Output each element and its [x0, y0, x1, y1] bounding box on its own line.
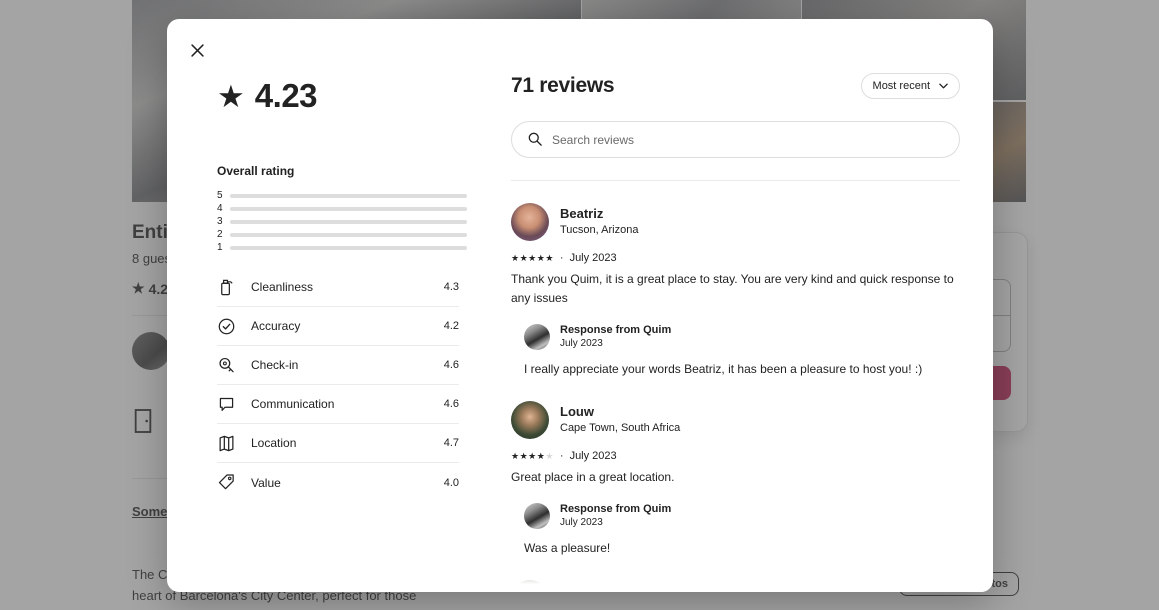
speech-bubble-icon — [217, 393, 237, 415]
spray-bottle-icon — [217, 276, 237, 298]
avatar[interactable] — [511, 580, 549, 592]
key-icon — [217, 354, 237, 376]
category-name: Value — [251, 475, 281, 490]
host-response: Response from Quim July 2023 Was a pleasur… — [511, 502, 960, 558]
review-item: Louw Cape Town, South Africa ★★★★★ · July 20… — [511, 379, 960, 558]
rating-summary-column: ★ 4.23 Overall rating 5 4 3 2 1 Cleanliness 4… — [167, 71, 467, 592]
rating-bar-row: 5 — [217, 189, 467, 202]
category-rating-row: Value 4.0 — [217, 463, 459, 502]
category-value: 4.7 — [443, 437, 459, 449]
category-name: Location — [251, 436, 297, 450]
category-rating-row: Location 4.7 — [217, 424, 459, 463]
category-ratings-list: Cleanliness 4.3 Accuracy 4.2 Check-in 4.6 Comm… — [217, 268, 459, 502]
host-response-date: July 2023 — [560, 338, 603, 349]
rating-bar-track — [230, 206, 467, 211]
rating-bar-level: 4 — [217, 203, 223, 214]
category-value: 4.2 — [443, 320, 459, 332]
close-x-icon — [190, 43, 204, 57]
review-text: Great place in a great location. — [511, 470, 675, 484]
host-response-header: Response from Quim July 2023 — [524, 502, 960, 530]
host-response-name: Response from Quim — [560, 324, 672, 336]
avatar[interactable] — [511, 401, 549, 439]
reviews-header: 71 reviews Most recent — [511, 73, 960, 99]
review-date: July 2023 — [569, 450, 617, 462]
search-reviews-input[interactable] — [511, 121, 960, 158]
check-circle-icon — [217, 315, 237, 337]
map-icon — [217, 432, 237, 454]
overall-rating-score: 4.23 — [254, 77, 318, 114]
avatar[interactable] — [524, 503, 550, 529]
rating-distribution-bars: 5 4 3 2 1 — [217, 189, 467, 254]
search-reviews-wrapper — [511, 121, 960, 158]
review-separator: · — [559, 450, 564, 462]
category-value: 4.6 — [443, 398, 459, 410]
category-rating-row: Communication 4.6 — [217, 385, 459, 424]
sort-reviews-dropdown[interactable]: Most recent — [860, 73, 960, 99]
reviews-modal: ★ 4.23 Overall rating 5 4 3 2 1 Cleanliness 4… — [167, 19, 993, 592]
host-response-text: I really appreciate your words Beatriz, … — [524, 362, 923, 376]
review-author-row: Ian2 years on Airbnb — [511, 580, 960, 592]
host-response-name: Response from Quim — [560, 503, 672, 515]
reviews-column: 71 reviews Most recent Beatriz Tucson, Ar… — [467, 71, 993, 592]
chevron-down-icon — [939, 83, 948, 89]
reviews-count: 71 reviews — [511, 74, 615, 97]
category-name: Communication — [251, 397, 335, 411]
rating-bar-track — [230, 219, 467, 224]
rating-bar-level: 5 — [217, 190, 223, 201]
rating-bar-level: 3 — [217, 216, 223, 227]
review-separator: · — [559, 252, 564, 264]
review-author-name: Beatriz — [560, 206, 604, 221]
avatar[interactable] — [511, 203, 549, 241]
review-author-location: Cape Town, South Africa — [560, 422, 681, 434]
category-rating-row: Check-in 4.6 — [217, 346, 459, 385]
review-text: Thank you Quim, it is a great place to s… — [511, 272, 954, 305]
overall-rating-label: Overall rating — [217, 164, 295, 178]
host-response: Response from Quim July 2023 I really appr… — [511, 323, 960, 379]
host-response-date: July 2023 — [560, 517, 603, 528]
host-response-text: Was a pleasure! — [524, 541, 611, 555]
review-author-location: Tucson, Arizona — [560, 224, 639, 236]
tag-icon — [217, 472, 237, 494]
rating-bar-track — [230, 245, 467, 250]
category-name: Accuracy — [251, 319, 301, 333]
category-name: Cleanliness — [251, 280, 314, 294]
rating-bar-row: 1 — [217, 241, 467, 254]
review-stars: ★★★★★ — [511, 450, 554, 461]
review-stars: ★★★★★ — [511, 252, 554, 263]
category-value: 4.3 — [443, 281, 459, 293]
rating-bar-level: 1 — [217, 242, 223, 253]
overall-rating-display: ★ 4.23 — [217, 77, 467, 115]
search-icon — [528, 132, 542, 146]
rating-bar-row: 3 — [217, 215, 467, 228]
category-value: 4.0 — [443, 476, 459, 489]
category-value: 4.6 — [443, 359, 459, 371]
review-author-row: Beatriz Tucson, Arizona — [511, 203, 960, 241]
review-date: July 2023 — [569, 252, 617, 264]
star-icon: ★ — [217, 78, 245, 114]
rating-bar-row: 2 — [217, 228, 467, 241]
review-meta: ★★★★★ · July 2023 — [511, 450, 960, 462]
category-rating-row: Accuracy 4.2 — [217, 307, 459, 346]
category-name: Check-in — [251, 358, 299, 372]
review-item: Ian2 years on Airbnb — [511, 558, 960, 592]
reviews-list: Beatriz Tucson, Arizona ★★★★★ · July 2023 Tha… — [511, 181, 960, 592]
rating-bar-track — [230, 232, 467, 237]
sort-reviews-label: Most recent — [872, 80, 930, 92]
category-rating-row: Cleanliness 4.3 — [217, 268, 459, 307]
rating-bar-track — [230, 193, 467, 198]
review-item: Beatriz Tucson, Arizona ★★★★★ · July 2023 Tha… — [511, 181, 960, 379]
review-meta: ★★★★★ · July 2023 — [511, 252, 960, 264]
review-author-row: Louw Cape Town, South Africa — [511, 401, 960, 439]
rating-bar-level: 2 — [217, 229, 223, 240]
avatar[interactable] — [524, 324, 550, 350]
review-author-name: Ian — [560, 583, 579, 592]
close-icon[interactable] — [183, 36, 211, 64]
review-author-name: Louw — [560, 404, 594, 419]
host-response-header: Response from Quim July 2023 — [524, 323, 960, 351]
rating-bar-row: 4 — [217, 202, 467, 215]
